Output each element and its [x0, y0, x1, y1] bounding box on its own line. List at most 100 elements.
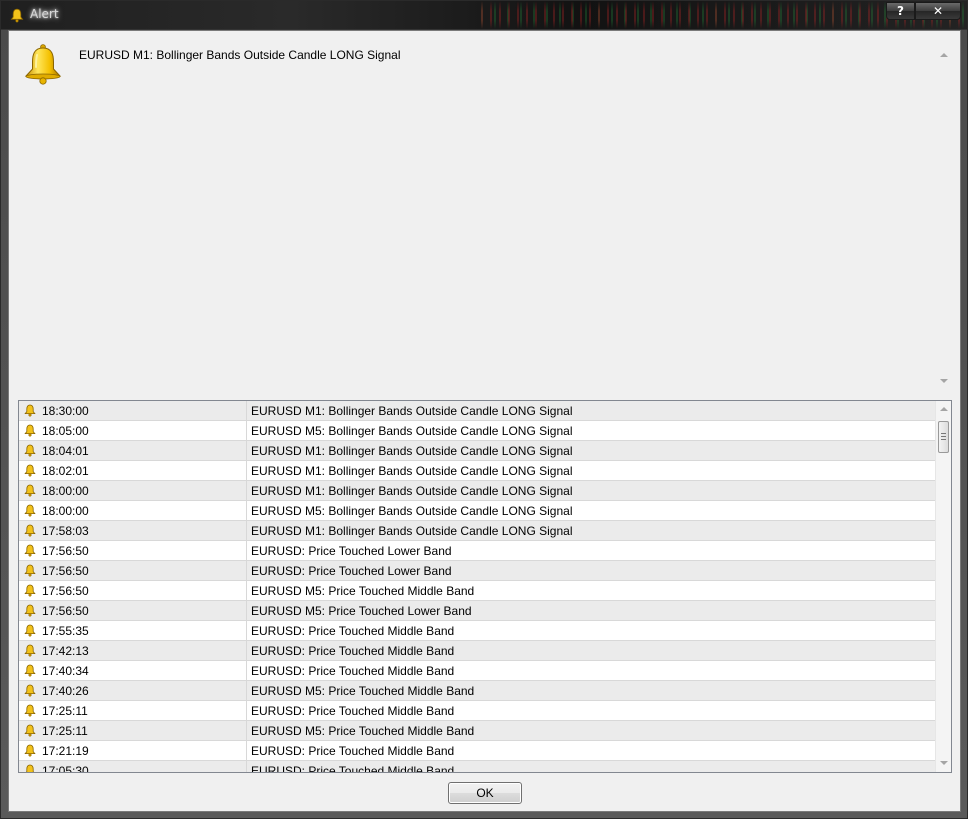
help-button[interactable]: ? — [886, 2, 915, 20]
row-message: EURUSD: Price Touched Lower Band — [251, 544, 452, 558]
bell-icon — [24, 724, 36, 737]
message-area: EURUSD M1: Bollinger Bands Outside Candl… — [9, 31, 960, 391]
table-row[interactable]: 17:56:50 EURUSD M5: Price Touched Middle … — [19, 581, 935, 601]
table-row[interactable]: 17:21:19 EURUSD: Price Touched Middle Ban… — [19, 741, 935, 761]
column-separator — [246, 621, 247, 641]
row-message: EURUSD M5: Price Touched Middle Band — [251, 584, 475, 598]
bell-icon — [24, 544, 36, 557]
row-message: EURUSD: Price Touched Middle Band — [251, 644, 455, 658]
column-separator — [246, 521, 247, 541]
table-row[interactable]: 17:56:50 EURUSD: Price Touched Lower Band — [19, 561, 935, 581]
column-separator — [246, 681, 247, 701]
bell-icon — [24, 564, 36, 577]
dialog-client-area: EURUSD M1: Bollinger Bands Outside Candl… — [8, 30, 961, 812]
bell-icon — [24, 484, 36, 497]
window-title: Alert — [30, 7, 59, 21]
row-message: EURUSD M5: Price Touched Lower Band — [251, 604, 472, 618]
table-row[interactable]: 17:42:13 EURUSD: Price Touched Middle Ban… — [19, 641, 935, 661]
row-time: 17:56:50 — [42, 604, 89, 618]
column-separator — [246, 441, 247, 461]
row-time: 18:02:01 — [42, 464, 89, 478]
row-time: 17:25:11 — [42, 724, 88, 738]
row-message: EURUSD M1: Bollinger Bands Outside Candl… — [251, 464, 573, 478]
column-separator — [246, 721, 247, 741]
row-time: 17:25:11 — [42, 704, 88, 718]
row-time: 17:40:26 — [42, 684, 89, 698]
row-message: EURUSD: Price Touched Middle Band — [251, 664, 455, 678]
bell-icon — [24, 744, 36, 757]
table-row[interactable]: 18:00:00 EURUSD M1: Bollinger Bands Outsi… — [19, 481, 935, 501]
alert-history-list[interactable]: 18:30:00 EURUSD M1: Bollinger Bands Outsi… — [18, 400, 952, 773]
row-time: 17:05:30 — [42, 764, 89, 773]
bell-icon — [24, 644, 36, 657]
table-row[interactable]: 18:04:01 EURUSD M1: Bollinger Bands Outsi… — [19, 441, 935, 461]
table-row[interactable]: 17:25:11 EURUSD M5: Price Touched Middle … — [19, 721, 935, 741]
table-row[interactable]: 18:30:00 EURUSD M1: Bollinger Bands Outsi… — [19, 401, 935, 421]
row-time: 18:30:00 — [42, 404, 89, 418]
scrollbar-thumb[interactable] — [938, 421, 949, 453]
bell-icon — [24, 444, 36, 457]
bell-icon — [24, 604, 36, 617]
table-row[interactable]: 18:05:00 EURUSD M5: Bollinger Bands Outsi… — [19, 421, 935, 441]
title-bar[interactable]: Alert ? ✕ — [1, 1, 967, 29]
row-message: EURUSD M5: Bollinger Bands Outside Candl… — [251, 424, 573, 438]
bell-icon — [24, 464, 36, 477]
row-message: EURUSD M5: Price Touched Middle Band — [251, 724, 475, 738]
scroll-down-arrow-icon[interactable] — [940, 761, 948, 765]
row-time: 17:21:19 — [42, 744, 89, 758]
bell-icon — [24, 424, 36, 437]
bell-icon — [24, 404, 36, 417]
column-separator — [246, 641, 247, 661]
table-row[interactable]: 17:58:03 EURUSD M1: Bollinger Bands Outsi… — [19, 521, 935, 541]
row-message: EURUSD M1: Bollinger Bands Outside Candl… — [251, 524, 573, 538]
bell-icon — [24, 524, 36, 537]
alert-window: Alert ? ✕ EURUSD M1: Bollinger Bands Out… — [0, 0, 968, 819]
bell-icon — [24, 44, 62, 85]
history-rows: 18:30:00 EURUSD M1: Bollinger Bands Outsi… — [19, 401, 935, 773]
scroll-down-arrow-icon[interactable] — [940, 379, 948, 383]
column-separator — [246, 581, 247, 601]
row-time: 18:00:00 — [42, 504, 89, 518]
row-message: EURUSD: Price Touched Middle Band — [251, 704, 455, 718]
scroll-up-arrow-icon[interactable] — [940, 407, 948, 411]
ok-button[interactable]: OK — [448, 782, 522, 804]
table-row[interactable]: 17:40:34 EURUSD: Price Touched Middle Ban… — [19, 661, 935, 681]
column-separator — [246, 541, 247, 561]
column-separator — [246, 401, 247, 421]
bell-icon — [24, 684, 36, 697]
row-message: EURUSD M5: Bollinger Bands Outside Candl… — [251, 504, 573, 518]
table-row[interactable]: 17:56:50 EURUSD M5: Price Touched Lower B… — [19, 601, 935, 621]
row-time: 18:05:00 — [42, 424, 89, 438]
table-row[interactable]: 17:40:26 EURUSD M5: Price Touched Middle … — [19, 681, 935, 701]
row-message: EURUSD: Price Touched Middle Band — [251, 624, 455, 638]
row-time: 18:00:00 — [42, 484, 89, 498]
table-row[interactable]: 17:25:11 EURUSD: Price Touched Middle Ban… — [19, 701, 935, 721]
table-row[interactable]: 17:56:50 EURUSD: Price Touched Lower Band — [19, 541, 935, 561]
column-separator — [246, 661, 247, 681]
column-separator — [246, 561, 247, 581]
table-row[interactable]: 17:05:30 EURUSD: Price Touched Middle Ban… — [19, 761, 935, 773]
row-time: 17:42:13 — [42, 644, 89, 658]
column-separator — [246, 601, 247, 621]
alert-message: EURUSD M1: Bollinger Bands Outside Candl… — [79, 48, 401, 62]
row-message: EURUSD: Price Touched Lower Band — [251, 564, 452, 578]
scroll-up-arrow-icon[interactable] — [940, 53, 948, 57]
message-scrollbar[interactable] — [938, 47, 950, 389]
close-button[interactable]: ✕ — [915, 2, 961, 20]
table-row[interactable]: 17:55:35 EURUSD: Price Touched Middle Ban… — [19, 621, 935, 641]
row-message: EURUSD: Price Touched Middle Band — [251, 744, 455, 758]
row-message: EURUSD M1: Bollinger Bands Outside Candl… — [251, 404, 573, 418]
history-scrollbar[interactable] — [935, 401, 951, 772]
row-time: 18:04:01 — [42, 444, 89, 458]
bell-icon — [10, 8, 24, 23]
row-time: 17:56:50 — [42, 564, 89, 578]
row-time: 17:55:35 — [42, 624, 89, 638]
column-separator — [246, 481, 247, 501]
row-message: EURUSD M1: Bollinger Bands Outside Candl… — [251, 484, 573, 498]
column-separator — [246, 701, 247, 721]
row-time: 17:56:50 — [42, 584, 89, 598]
table-row[interactable]: 18:02:01 EURUSD M1: Bollinger Bands Outsi… — [19, 461, 935, 481]
column-separator — [246, 421, 247, 441]
table-row[interactable]: 18:00:00 EURUSD M5: Bollinger Bands Outsi… — [19, 501, 935, 521]
bell-icon — [25, 764, 35, 772]
